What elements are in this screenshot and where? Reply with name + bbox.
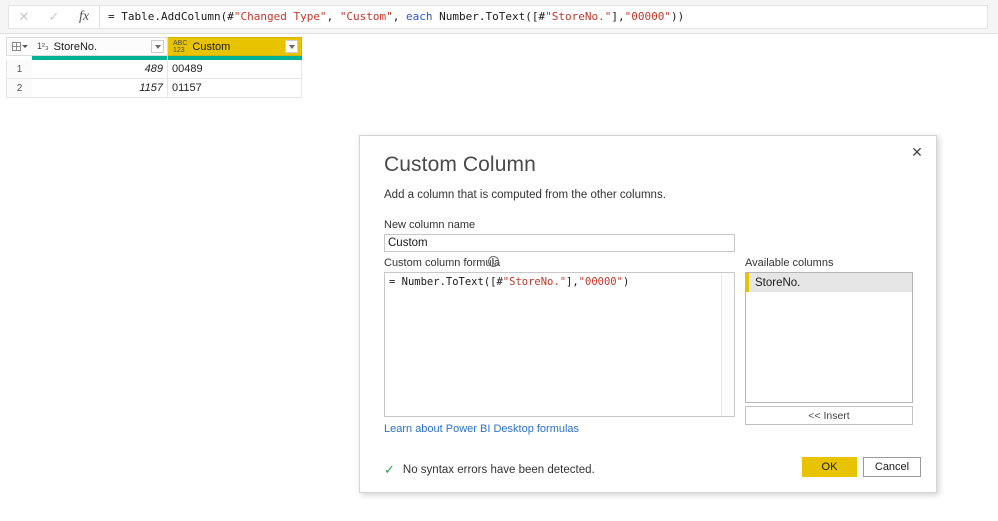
formula-bar-buttons: ✕ ✓ fx [8,4,99,29]
formula-token: "StoreNo." [545,10,612,23]
formula-token: "00000" [624,10,671,23]
table-glyph [11,42,21,51]
available-columns-list[interactable]: StoreNo. [745,272,913,403]
formula-editor-text: = Number.ToText([#"StoreNo."],"00000") [389,276,629,288]
ok-button[interactable]: OK [802,457,857,477]
checkmark-icon[interactable]: ✓ [39,6,69,28]
custom-column-formula-label: Custom column formula [384,257,501,269]
cell-storeno[interactable]: 1157 [32,79,168,98]
column-filter-chevron-down-icon[interactable] [285,40,298,53]
dialog-title: Custom Column [384,153,536,176]
formula-editor-scrollbar[interactable] [721,273,734,416]
formula-text: = Table.AddColumn(#"Changed Type", "Cust… [108,10,684,23]
fx-icon[interactable]: fx [69,6,99,28]
formula-token: Number.ToText([# [432,10,546,23]
formula-token: each [406,10,433,23]
formula-token: "StoreNo." [502,276,567,288]
formula-token: = Number.ToText([# [389,276,503,288]
syntax-status: ✓ No syntax errors have been detected. [384,463,595,476]
table-row[interactable]: 2 1157 01157 [6,79,302,98]
learn-formulas-link[interactable]: Learn about Power BI Desktop formulas [384,423,579,435]
available-columns-label: Available columns [745,257,834,269]
select-all-table-icon[interactable] [6,37,32,56]
cancel-button[interactable]: Cancel [863,457,921,477]
info-icon[interactable]: i [488,256,499,267]
close-icon[interactable]: ✕ [904,141,930,163]
formula-token: = Table.AddColumn(# [108,10,234,23]
column-header-storeno[interactable]: 1²₃ StoreNo. [32,37,168,56]
close-icon[interactable]: ✕ [9,6,39,28]
number-type-icon: 1²₃ [37,41,49,51]
formula-input[interactable]: = Table.AddColumn(#"Changed Type", "Cust… [99,4,988,29]
available-column-item[interactable]: StoreNo. [746,273,912,292]
new-column-name-input[interactable] [384,234,735,252]
formula-token: ], [611,10,625,23]
data-preview-grid: 1²₃ StoreNo. ABC 123 Custom 1 489 00489 2 115… [6,37,302,98]
cell-custom[interactable]: 01157 [168,79,302,98]
insert-button[interactable]: << Insert [745,406,913,425]
formula-token: "Changed Type" [233,10,327,23]
grid-header-row: 1²₃ StoreNo. ABC 123 Custom [6,37,302,56]
row-number: 1 [6,60,32,79]
column-header-label: Custom [192,40,231,53]
column-header-label: StoreNo. [53,40,98,53]
formula-bar: ✕ ✓ fx = Table.AddColumn(#"Changed Type"… [0,0,998,34]
column-filter-chevron-down-icon[interactable] [151,40,164,53]
cell-storeno[interactable]: 489 [32,60,168,79]
row-number: 2 [6,79,32,98]
custom-column-formula-editor[interactable]: = Number.ToText([#"StoreNo."],"00000") [384,272,735,417]
new-column-name-label: New column name [384,219,476,231]
formula-token: "Custom" [339,10,393,23]
cell-custom[interactable]: 00489 [168,60,302,79]
formula-token: , [392,10,407,23]
formula-token: ], [566,276,579,288]
formula-token: )) [670,10,685,23]
text-type-icon: ABC 123 [173,39,188,54]
grid-body: 1 489 00489 2 1157 01157 [6,60,302,98]
custom-column-dialog: ✕ Custom Column Add a column that is com… [359,135,937,493]
syntax-status-text: No syntax errors have been detected. [402,463,595,476]
formula-token: ) [622,276,630,288]
dialog-subtitle: Add a column that is computed from the o… [384,189,666,201]
formula-token: "00000" [578,276,623,288]
column-header-custom[interactable]: ABC 123 Custom [168,37,302,56]
checkmark-icon: ✓ [384,462,395,477]
table-row[interactable]: 1 489 00489 [6,60,302,79]
chevron-down-icon [21,45,28,48]
formula-token: , [326,10,340,23]
